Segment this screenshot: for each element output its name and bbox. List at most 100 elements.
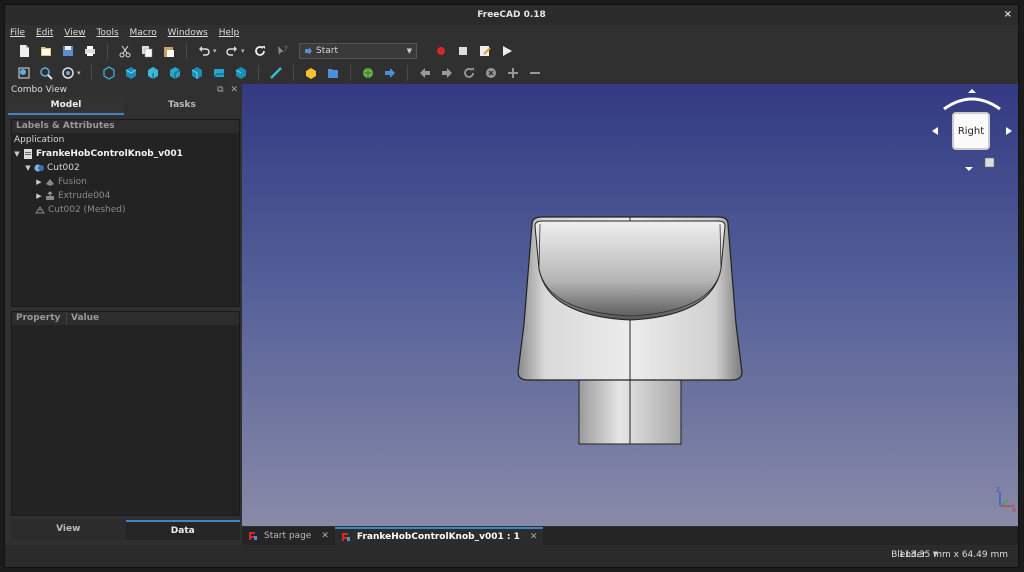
- 3d-viewport[interactable]: Right Z X: [242, 84, 1018, 526]
- workbench-selector[interactable]: Start ▼: [299, 43, 417, 59]
- menu-help[interactable]: Help: [216, 26, 243, 40]
- menu-file[interactable]: File: [7, 26, 28, 40]
- model-tree: Labels & Attributes Application ▼ Franke…: [11, 119, 240, 307]
- menu-view[interactable]: View: [61, 26, 88, 40]
- zoom-out-icon[interactable]: [527, 65, 543, 81]
- measure-distance-icon[interactable]: [268, 65, 284, 81]
- draw-style-dropdown-icon[interactable]: ▾: [77, 69, 85, 77]
- svg-text:?: ?: [284, 45, 288, 53]
- property-header: Property Value: [12, 312, 239, 325]
- model-render: [517, 216, 743, 445]
- draw-style-icon[interactable]: [60, 65, 76, 81]
- close-tab-icon[interactable]: ✕: [530, 532, 538, 542]
- zoom-in-icon[interactable]: [505, 65, 521, 81]
- tab-start-page[interactable]: Start page ✕: [242, 527, 335, 545]
- tree-item-label: Extrude004: [58, 191, 111, 201]
- tree-item-label: Fusion: [58, 177, 87, 187]
- fusion-icon: [44, 177, 55, 188]
- menu-macro[interactable]: Macro: [127, 26, 160, 40]
- value-column-header: Value: [71, 313, 100, 323]
- isometric-view-icon[interactable]: [101, 65, 117, 81]
- stop-loading-icon[interactable]: [483, 65, 499, 81]
- chevron-down-icon: ▼: [406, 47, 412, 55]
- menu-tools[interactable]: Tools: [93, 26, 121, 40]
- extrude-icon: [44, 191, 55, 202]
- tree-item-mesh[interactable]: Cut002 (Meshed): [12, 203, 239, 217]
- close-tab-icon[interactable]: ✕: [321, 531, 329, 541]
- float-panel-icon[interactable]: ⧉: [217, 85, 223, 95]
- toolbar-separator: [91, 65, 92, 81]
- new-document-icon[interactable]: [16, 43, 32, 59]
- copy-icon[interactable]: [139, 43, 155, 59]
- mesh-icon: [34, 205, 45, 216]
- refresh-icon[interactable]: [252, 43, 268, 59]
- close-panel-icon[interactable]: ✕: [230, 85, 238, 95]
- record-macro-icon[interactable]: [433, 43, 449, 59]
- tab-model[interactable]: Model: [8, 97, 124, 115]
- back-arrow-icon[interactable]: [417, 65, 433, 81]
- macros-icon[interactable]: [477, 43, 493, 59]
- workbench-label: Start: [316, 46, 338, 56]
- fit-all-icon[interactable]: [16, 65, 32, 81]
- bottom-view-icon[interactable]: [211, 65, 227, 81]
- window-close-button[interactable]: ×: [1004, 5, 1012, 25]
- tree-item-label: FrankeHobControlKnob_v001: [36, 149, 183, 159]
- reload-icon[interactable]: [461, 65, 477, 81]
- save-icon[interactable]: [60, 43, 76, 59]
- menu-bar: File Edit View Tools Macro Windows Help: [5, 26, 1018, 40]
- svg-text:X: X: [1012, 507, 1016, 512]
- create-part-icon[interactable]: [303, 65, 319, 81]
- freecad-logo-icon: [249, 532, 257, 540]
- tab-data[interactable]: Data: [125, 520, 240, 540]
- open-folder-icon[interactable]: [38, 43, 54, 59]
- whats-this-icon[interactable]: ?: [274, 43, 290, 59]
- document-icon: [22, 149, 33, 160]
- paste-icon[interactable]: [161, 43, 177, 59]
- undo-icon[interactable]: [196, 43, 212, 59]
- front-view-icon[interactable]: [123, 65, 139, 81]
- freecad-logo-icon: [341, 533, 350, 541]
- undo-dropdown-icon[interactable]: ▾: [213, 47, 221, 55]
- tree-item-label: Cut002: [47, 163, 80, 173]
- cut-icon: [33, 163, 44, 174]
- cut-icon[interactable]: [117, 43, 133, 59]
- status-bar: Blender ▼ 113.35 mm x 64.49 mm: [5, 545, 1018, 567]
- tab-tasks[interactable]: Tasks: [124, 97, 240, 115]
- stop-macro-icon[interactable]: [455, 43, 471, 59]
- tab-view[interactable]: View: [11, 520, 126, 540]
- rear-view-icon[interactable]: [189, 65, 205, 81]
- toolbar-separator: [186, 43, 187, 59]
- top-view-icon[interactable]: [145, 65, 161, 81]
- menu-edit[interactable]: Edit: [33, 26, 56, 40]
- tab-document[interactable]: FrankeHobControlKnob_v001 : 1 ✕: [334, 527, 544, 545]
- combo-tabs: Model Tasks: [8, 97, 240, 115]
- document-tabs: Start page ✕ FrankeHobControlKnob_v001 :…: [242, 527, 1018, 545]
- redo-dropdown-icon[interactable]: ▾: [241, 47, 249, 55]
- forward-arrow-icon[interactable]: [439, 65, 455, 81]
- tree-item-document[interactable]: ▼ FrankeHobControlKnob_v001: [12, 147, 239, 161]
- redo-icon[interactable]: [224, 43, 240, 59]
- expand-arrow-icon[interactable]: ▶: [34, 175, 44, 189]
- toolbar-separator: [107, 43, 108, 59]
- navigation-cube[interactable]: Right: [930, 89, 1014, 173]
- fit-selection-icon[interactable]: [38, 65, 54, 81]
- tree-item-cut[interactable]: ▼ Cut002: [12, 161, 239, 175]
- expand-arrow-icon[interactable]: ▶: [34, 189, 44, 203]
- left-view-icon[interactable]: [233, 65, 249, 81]
- web-go-icon[interactable]: [382, 65, 398, 81]
- tree-item-fusion[interactable]: ▶ Fusion: [12, 175, 239, 189]
- expand-arrow-icon[interactable]: ▼: [12, 147, 22, 161]
- combo-view-header: Combo View ⧉ ✕: [8, 84, 240, 97]
- web-home-icon[interactable]: [360, 65, 376, 81]
- execute-macro-icon[interactable]: [499, 43, 515, 59]
- menu-windows[interactable]: Windows: [165, 26, 211, 40]
- right-view-icon[interactable]: [167, 65, 183, 81]
- tree-item-extrude[interactable]: ▶ Extrude004: [12, 189, 239, 203]
- expand-arrow-icon[interactable]: ▼: [23, 161, 33, 175]
- property-editor: Property Value: [11, 311, 240, 516]
- navcube-face[interactable]: Right: [952, 112, 990, 150]
- print-icon[interactable]: [82, 43, 98, 59]
- create-group-icon[interactable]: [325, 65, 341, 81]
- tree-application-label: Application: [14, 135, 65, 145]
- view-toolbar: ▾: [13, 62, 1018, 84]
